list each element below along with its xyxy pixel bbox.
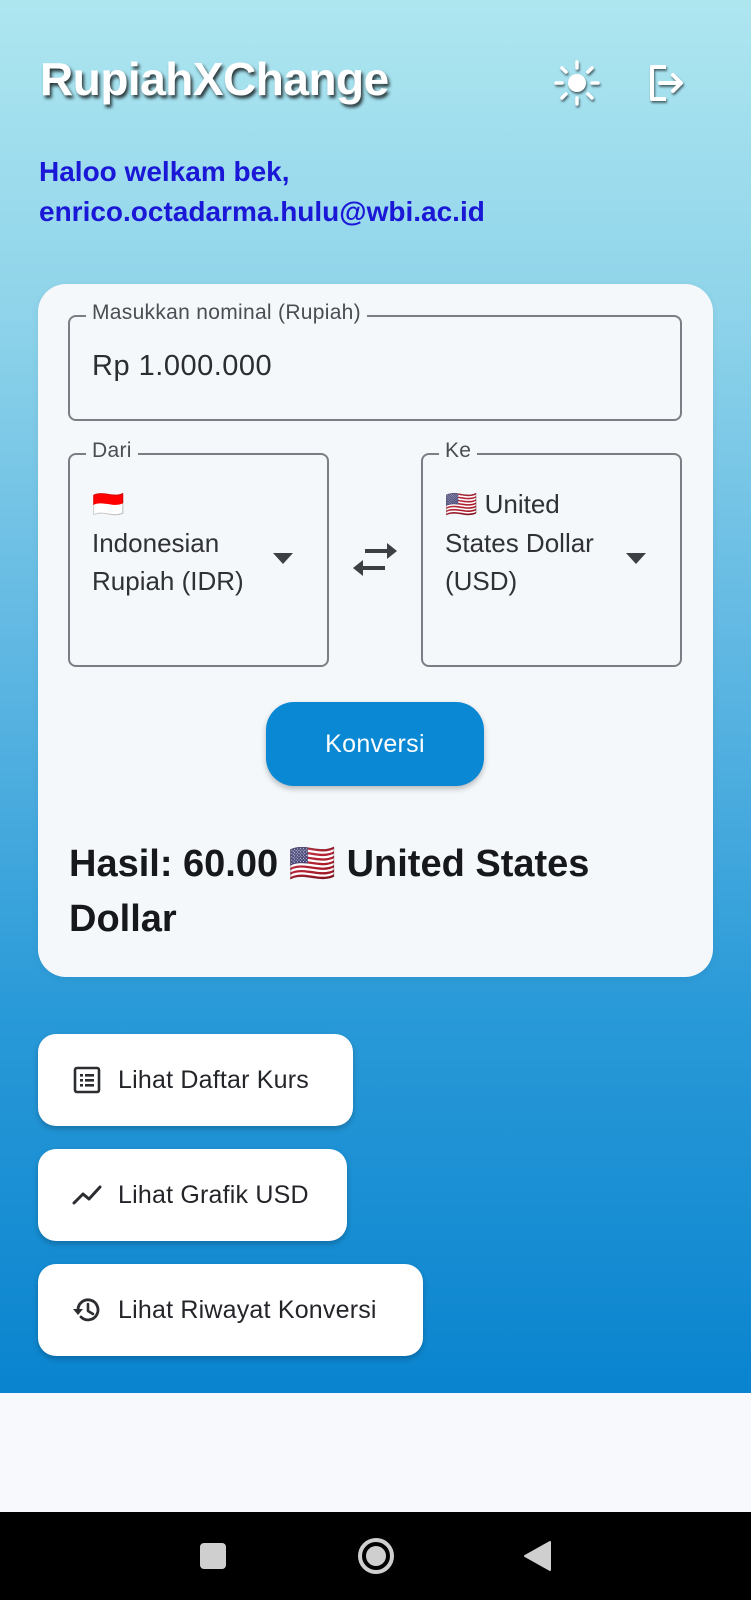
- user-email: enrico.octadarma.hulu@wbi.ac.id: [39, 196, 485, 227]
- list-icon: [70, 1063, 104, 1097]
- chevron-down-icon: [273, 553, 293, 564]
- app-title: RupiahXChange: [40, 53, 389, 105]
- indonesia-flag-icon: 🇮🇩: [92, 489, 125, 519]
- recent-apps-icon[interactable]: [190, 1512, 236, 1600]
- converter-card: Masukkan nominal (Rupiah) Rp 1.000.000 D…: [38, 284, 713, 977]
- history-icon: [70, 1293, 104, 1327]
- convert-button[interactable]: Konversi: [266, 702, 484, 786]
- view-rates-label: Lihat Daftar Kurs: [118, 1065, 309, 1094]
- us-flag-icon: 🇺🇸: [445, 489, 478, 519]
- amount-value[interactable]: Rp 1.000.000: [92, 350, 272, 383]
- back-icon[interactable]: [512, 1512, 562, 1600]
- swap-icon[interactable]: [350, 538, 400, 582]
- system-nav-bar: [0, 1512, 751, 1600]
- from-currency-select[interactable]: Dari 🇮🇩 Indonesian Rupiah (IDR): [68, 439, 329, 667]
- logout-icon[interactable]: [643, 58, 693, 108]
- from-currency-value: 🇮🇩 Indonesian Rupiah (IDR): [92, 485, 270, 601]
- to-label: Ke: [439, 439, 478, 463]
- view-usd-chart-label: Lihat Grafik USD: [118, 1180, 309, 1209]
- chart-line-icon: [70, 1178, 104, 1212]
- view-history-label: Lihat Riwayat Konversi: [118, 1295, 377, 1324]
- home-icon[interactable]: [350, 1512, 402, 1600]
- us-flag-icon: 🇺🇸: [288, 843, 337, 885]
- conversion-result: Hasil: 60.00 🇺🇸 United States Dollar: [69, 837, 669, 947]
- view-history-button[interactable]: Lihat Riwayat Konversi: [38, 1264, 423, 1356]
- to-currency-select[interactable]: Ke 🇺🇸 United States Dollar (USD): [421, 439, 682, 667]
- from-label: Dari: [86, 439, 138, 463]
- result-amount: Hasil: 60.00: [69, 843, 279, 885]
- from-currency-name: Indonesian Rupiah (IDR): [92, 527, 244, 597]
- amount-input[interactable]: Masukkan nominal (Rupiah) Rp 1.000.000: [68, 301, 682, 421]
- view-rates-button[interactable]: Lihat Daftar Kurs: [38, 1034, 353, 1126]
- to-currency-value: 🇺🇸 United States Dollar (USD): [445, 485, 623, 601]
- greeting-line: Haloo welkam bek,: [39, 156, 290, 187]
- chevron-down-icon: [626, 553, 646, 564]
- amount-label: Masukkan nominal (Rupiah): [86, 301, 367, 325]
- view-usd-chart-button[interactable]: Lihat Grafik USD: [38, 1149, 347, 1241]
- greeting: Haloo welkam bek, enrico.octadarma.hulu@…: [39, 152, 719, 232]
- sun-icon[interactable]: [552, 58, 602, 108]
